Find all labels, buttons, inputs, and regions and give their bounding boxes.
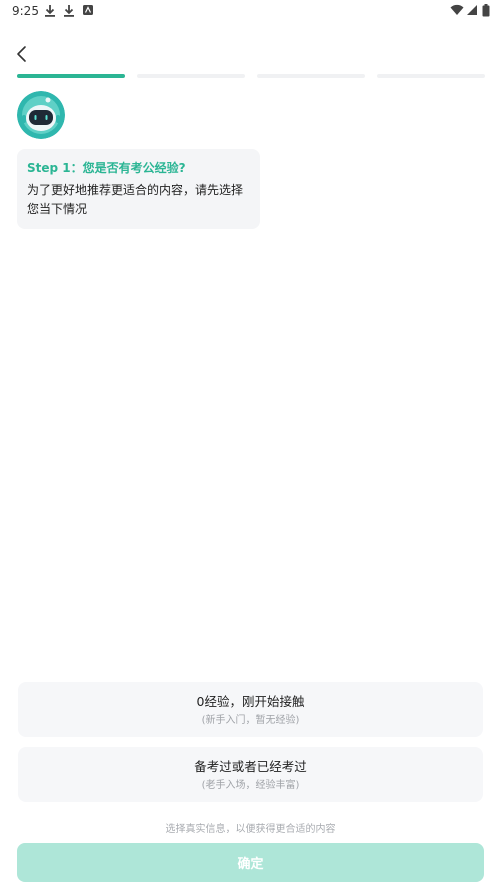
signal-icon <box>467 5 477 15</box>
robot-avatar-icon <box>17 91 65 139</box>
download-icon <box>64 5 74 17</box>
step-title: Step 1：您是否有考公经验? <box>27 161 186 175</box>
notification-icon <box>83 5 93 15</box>
selection-hint: 选择真实信息，以便获得更合适的内容 <box>165 824 336 835</box>
step-progress <box>17 74 485 78</box>
battery-icon <box>482 4 490 17</box>
option-experienced[interactable]: 备考过或者已经考过 (老手入场，经验丰富) <box>18 747 483 802</box>
option-title: 0经验，刚开始接触 <box>196 694 305 709</box>
option-subtitle: (老手入场，经验丰富) <box>201 780 300 791</box>
download-icon <box>45 5 55 17</box>
progress-segment-1 <box>17 74 125 78</box>
progress-segment-3 <box>257 74 365 78</box>
progress-segment-4 <box>377 74 485 78</box>
bot-avatar <box>17 91 65 139</box>
status-bar: 9:25 <box>0 0 501 24</box>
progress-segment-2 <box>137 74 245 78</box>
confirm-button[interactable]: 确定 <box>17 843 484 882</box>
bot-message-text: 为了更好地推荐更适合的内容，请先选择您当下情况 <box>27 183 244 216</box>
option-subtitle: (新手入门，暂无经验) <box>201 715 300 726</box>
back-button[interactable] <box>8 40 36 68</box>
option-no-experience[interactable]: 0经验，刚开始接触 (新手入门，暂无经验) <box>18 682 483 737</box>
status-time: 9:25 <box>12 4 39 18</box>
option-title: 备考过或者已经考过 <box>194 759 307 774</box>
chevron-left-icon <box>17 46 26 62</box>
bot-message-bubble: Step 1：您是否有考公经验? 为了更好地推荐更适合的内容，请先选择您当下情况 <box>17 149 260 229</box>
wifi-icon <box>450 4 464 15</box>
